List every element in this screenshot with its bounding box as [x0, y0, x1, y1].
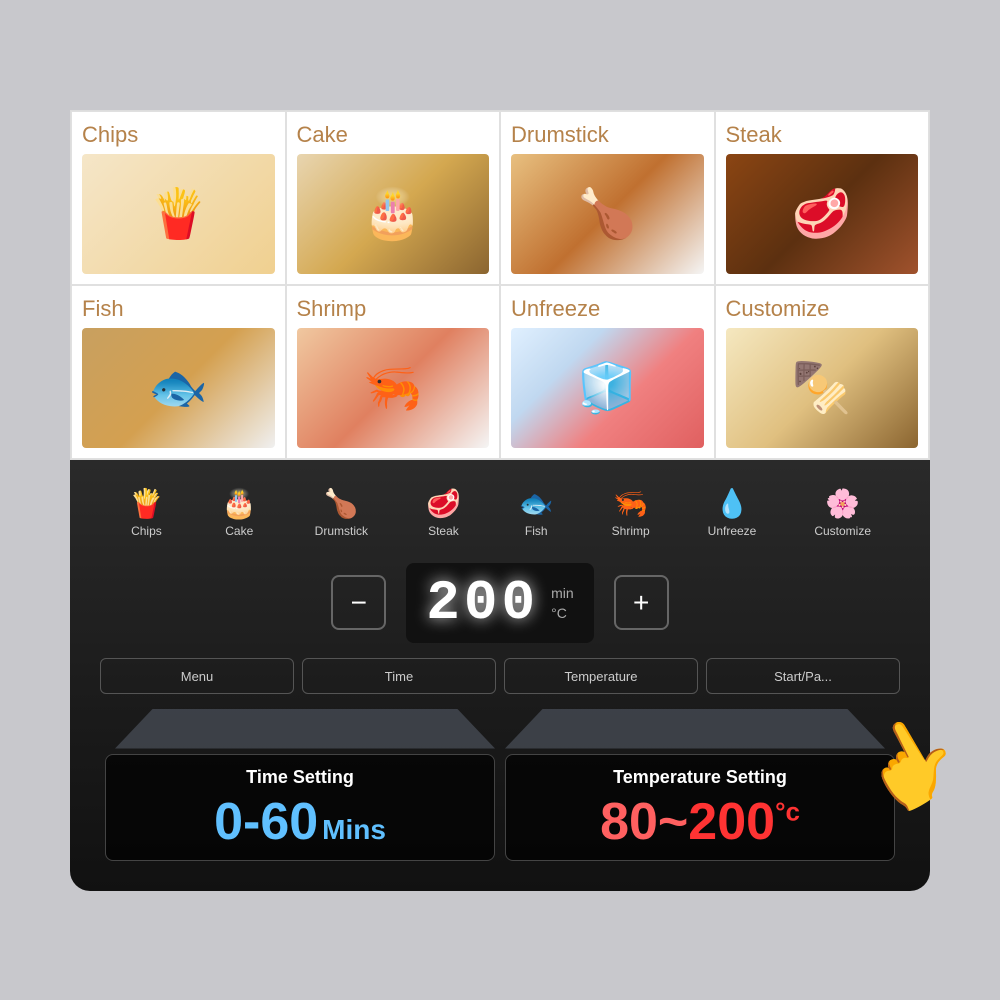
start-pause-button[interactable]: Start/Pa... — [706, 658, 900, 694]
unfreeze-icon: 💧 — [715, 490, 750, 518]
food-image-cake: 🎂 — [297, 154, 490, 274]
drumstick-icon: 🍗 — [324, 490, 359, 518]
time-sixty: 60 — [260, 793, 318, 851]
menu-icon-fish[interactable]: 🐟 Fish — [519, 490, 554, 538]
minus-button[interactable]: − — [331, 575, 386, 630]
time-zero: 0 — [214, 793, 243, 851]
food-label-chips: Chips — [82, 122, 275, 148]
menu-icon-drumstick[interactable]: 🍗 Drumstick — [315, 490, 368, 538]
food-label-customize: Customize — [726, 296, 919, 322]
food-cell-cake[interactable]: Cake 🎂 — [286, 111, 501, 285]
display-area: − 200 min °C + — [100, 563, 900, 643]
steak-icon: 🥩 — [426, 490, 461, 518]
food-label-cake: Cake — [297, 122, 490, 148]
temperature-display: 200 min °C — [406, 563, 593, 643]
food-image-fish: 🐟 — [82, 328, 275, 448]
customize-icon-label: Customize — [814, 524, 871, 538]
right-connector — [505, 709, 885, 749]
menu-button[interactable]: Menu — [100, 658, 294, 694]
temp-tilde: ~ — [658, 793, 688, 851]
food-grid: Chips 🍟 Cake 🎂 Drumstick 🍗 Steak 🥩 Fish … — [70, 110, 930, 460]
bottom-panels: Time Setting 0-60Mins Temperature Settin… — [100, 754, 900, 861]
food-image-chips: 🍟 — [82, 154, 275, 274]
food-image-customize: 🍢 — [726, 328, 919, 448]
food-image-steak: 🥩 — [726, 154, 919, 274]
food-cell-drumstick[interactable]: Drumstick 🍗 — [500, 111, 715, 285]
time-setting-value: 0-60Mins — [126, 796, 474, 848]
temp-200: 200 — [688, 793, 775, 851]
time-button[interactable]: Time — [302, 658, 496, 694]
temp-setting-panel: Temperature Setting 80~200°c — [505, 754, 895, 861]
food-label-unfreeze: Unfreeze — [511, 296, 704, 322]
shrimp-icon: 🦐 — [613, 490, 648, 518]
food-label-fish: Fish — [82, 296, 275, 322]
food-cell-chips[interactable]: Chips 🍟 — [71, 111, 286, 285]
left-connector — [115, 709, 495, 749]
menu-icon-customize[interactable]: 🌸 Customize — [814, 490, 871, 538]
food-image-shrimp: 🦐 — [297, 328, 490, 448]
food-label-shrimp: Shrimp — [297, 296, 490, 322]
temp-setting-value: 80~200°c — [526, 796, 874, 848]
food-cell-steak[interactable]: Steak 🥩 — [715, 111, 930, 285]
food-image-unfreeze: 🧊 — [511, 328, 704, 448]
menu-icon-cake[interactable]: 🎂 Cake — [222, 490, 257, 538]
main-container: Chips 🍟 Cake 🎂 Drumstick 🍗 Steak 🥩 Fish … — [70, 110, 930, 891]
temperature-value: 200 — [426, 571, 539, 635]
customize-icon: 🌸 — [825, 490, 860, 518]
temp-celsius-sup: °c — [775, 796, 800, 826]
menu-icon-shrimp[interactable]: 🦐 Shrimp — [612, 490, 650, 538]
menu-icon-unfreeze[interactable]: 💧 Unfreeze — [708, 490, 757, 538]
menu-icon-steak[interactable]: 🥩 Steak — [426, 490, 461, 538]
time-setting-title: Time Setting — [126, 767, 474, 788]
fish-icon-label: Fish — [525, 524, 548, 538]
unfreeze-icon-label: Unfreeze — [708, 524, 757, 538]
chips-icon: 🍟 — [129, 490, 164, 518]
connectors-row — [100, 709, 900, 749]
steak-icon-label: Steak — [428, 524, 459, 538]
unit-celsius: °C — [551, 605, 574, 621]
cake-icon-label: Cake — [225, 524, 253, 538]
temp-setting-title: Temperature Setting — [526, 767, 874, 788]
menu-icons-row: 🍟 Chips 🎂 Cake 🍗 Drumstick 🥩 Steak 🐟 — [100, 480, 900, 553]
shrimp-icon-label: Shrimp — [612, 524, 650, 538]
chips-icon-label: Chips — [131, 524, 162, 538]
time-setting-panel: Time Setting 0-60Mins — [105, 754, 495, 861]
control-panel: 🍟 Chips 🎂 Cake 🍗 Drumstick 🥩 Steak 🐟 — [70, 460, 930, 891]
time-dash: - — [243, 793, 260, 851]
temp-80: 80 — [600, 793, 658, 851]
control-buttons-row: Menu Time Temperature Start/Pa... — [100, 658, 900, 694]
time-mins: Mins — [322, 814, 386, 845]
temperature-button[interactable]: Temperature — [504, 658, 698, 694]
drumstick-icon-label: Drumstick — [315, 524, 368, 538]
food-label-drumstick: Drumstick — [511, 122, 704, 148]
food-label-steak: Steak — [726, 122, 919, 148]
temperature-units: min °C — [551, 585, 574, 621]
cake-icon: 🎂 — [222, 490, 257, 518]
food-cell-unfreeze[interactable]: Unfreeze 🧊 — [500, 285, 715, 459]
food-cell-customize[interactable]: Customize 🍢 — [715, 285, 930, 459]
food-cell-fish[interactable]: Fish 🐟 — [71, 285, 286, 459]
food-cell-shrimp[interactable]: Shrimp 🦐 — [286, 285, 501, 459]
food-image-drumstick: 🍗 — [511, 154, 704, 274]
fish-icon: 🐟 — [519, 490, 554, 518]
plus-button[interactable]: + — [614, 575, 669, 630]
unit-min: min — [551, 585, 574, 601]
menu-icon-chips[interactable]: 🍟 Chips — [129, 490, 164, 538]
